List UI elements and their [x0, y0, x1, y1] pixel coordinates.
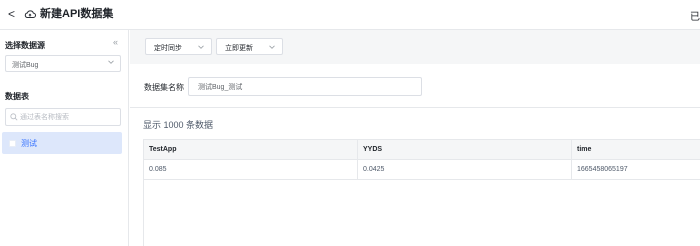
update-now-label: 立即更新: [225, 45, 253, 52]
datasource-selected-value: 测试Bug: [12, 62, 39, 69]
table-cell: 1665458065197: [577, 166, 628, 173]
column-header: YYDS: [358, 140, 572, 159]
scheduled-sync-dropdown[interactable]: 定时同步: [145, 38, 212, 55]
table-list-item[interactable]: 测试: [2, 132, 122, 154]
collapse-sidebar-icon[interactable]: «: [113, 37, 118, 47]
table-item-label: 测试: [21, 139, 37, 148]
preview-table: TestApp YYDS time 0.085 0.0425 166545806…: [143, 139, 700, 180]
toolbar: 定时同步 立即更新: [130, 30, 700, 64]
header-status-text: 已: [690, 12, 700, 23]
row-count-text: 显示 1000 条数据: [143, 120, 214, 130]
dataset-name-label: 数据集名称: [144, 83, 184, 92]
dataset-name-row: 数据集名称: [130, 64, 700, 108]
table-checkbox[interactable]: [9, 140, 16, 147]
table-search-box: [5, 108, 121, 126]
sidebar: « 选择数据源 测试Bug 数据表 测试: [0, 30, 129, 246]
scheduled-sync-label: 定时同步: [154, 45, 182, 52]
table-header-row: TestApp YYDS time: [144, 140, 700, 160]
page-title: 新建API数据集: [40, 8, 114, 20]
cloud-icon: [24, 10, 36, 18]
chevron-down-icon: [269, 45, 275, 49]
column-header: TestApp: [144, 140, 358, 159]
table-row: 0.085 0.0425 1665458065197: [144, 160, 700, 180]
back-arrow-icon[interactable]: <: [8, 7, 20, 21]
column-header: time: [577, 146, 592, 153]
datasource-label: 选择数据源: [5, 41, 45, 50]
table-cell: 0.085: [144, 160, 358, 179]
tables-label: 数据表: [5, 92, 29, 101]
table-search-input[interactable]: [20, 111, 118, 123]
datasource-select[interactable]: 测试Bug: [5, 55, 121, 72]
dataset-name-input[interactable]: [188, 77, 422, 96]
chevron-down-icon: [108, 60, 114, 64]
search-icon: [10, 113, 18, 121]
top-bar: < 新建API数据集 已: [0, 0, 700, 30]
table-empty-area: [143, 180, 700, 246]
update-now-dropdown[interactable]: 立即更新: [216, 38, 283, 55]
chevron-down-icon: [198, 45, 204, 49]
table-cell: 0.0425: [358, 160, 572, 179]
